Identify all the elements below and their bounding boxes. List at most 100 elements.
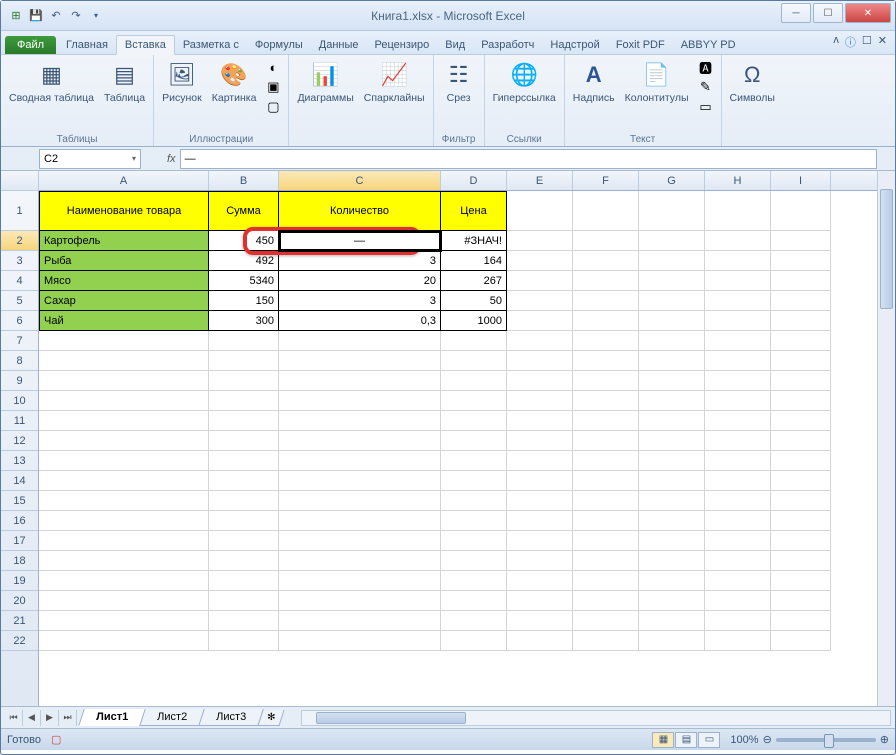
cell[interactable] xyxy=(639,571,705,591)
cell[interactable] xyxy=(573,471,639,491)
cell[interactable] xyxy=(507,231,573,251)
cell[interactable] xyxy=(279,351,441,371)
column-header[interactable]: B xyxy=(209,171,279,190)
cell[interactable]: Чай xyxy=(39,311,209,331)
row-header[interactable]: 8 xyxy=(1,351,38,371)
cell[interactable] xyxy=(39,451,209,471)
cell[interactable] xyxy=(705,411,771,431)
formula-bar[interactable]: — xyxy=(180,149,877,169)
row-header[interactable]: 15 xyxy=(1,491,38,511)
cell[interactable] xyxy=(39,331,209,351)
cell[interactable] xyxy=(209,611,279,631)
row-header[interactable]: 5 xyxy=(1,291,38,311)
cell[interactable] xyxy=(771,371,831,391)
cell[interactable]: Цена xyxy=(441,191,507,231)
row-header[interactable]: 13 xyxy=(1,451,38,471)
cell[interactable] xyxy=(279,371,441,391)
clipart-button[interactable]: 🎨Картинка xyxy=(208,57,261,107)
row-header[interactable]: 19 xyxy=(1,571,38,591)
row-header[interactable]: 11 xyxy=(1,411,38,431)
cell[interactable] xyxy=(705,391,771,411)
cell[interactable] xyxy=(279,591,441,611)
cell[interactable] xyxy=(639,631,705,651)
picture-button[interactable]: 🖼Рисунок xyxy=(158,57,206,107)
zoom-out-button[interactable]: ⊖ xyxy=(763,733,772,746)
cell[interactable] xyxy=(705,611,771,631)
cell[interactable] xyxy=(705,591,771,611)
cell[interactable] xyxy=(639,491,705,511)
cell[interactable] xyxy=(573,511,639,531)
cell[interactable] xyxy=(279,411,441,431)
cell[interactable] xyxy=(507,191,573,231)
cell[interactable] xyxy=(39,551,209,571)
cell[interactable] xyxy=(507,571,573,591)
tab-file[interactable]: Файл xyxy=(5,36,56,54)
zoom-slider[interactable] xyxy=(776,738,876,742)
cell[interactable] xyxy=(573,331,639,351)
cell[interactable] xyxy=(705,631,771,651)
cell[interactable] xyxy=(771,631,831,651)
select-all-corner[interactable] xyxy=(1,171,39,191)
column-header[interactable]: G xyxy=(639,171,705,190)
cell[interactable] xyxy=(209,571,279,591)
cell[interactable] xyxy=(771,271,831,291)
cell[interactable] xyxy=(39,611,209,631)
cell[interactable] xyxy=(507,591,573,611)
cell[interactable] xyxy=(771,611,831,631)
macro-record-icon[interactable]: ▢ xyxy=(51,733,61,746)
cell[interactable] xyxy=(441,531,507,551)
cell[interactable] xyxy=(441,551,507,571)
vertical-scrollbar[interactable] xyxy=(877,171,895,706)
redo-icon[interactable]: ↷ xyxy=(67,7,85,25)
cell[interactable] xyxy=(771,571,831,591)
cell[interactable]: — xyxy=(279,231,441,251)
cell[interactable] xyxy=(639,191,705,231)
cell[interactable]: Наименование товара xyxy=(39,191,209,231)
cell[interactable] xyxy=(507,451,573,471)
minimize-button[interactable]: ─ xyxy=(781,3,811,23)
cell[interactable] xyxy=(209,551,279,571)
cell[interactable] xyxy=(771,411,831,431)
cell[interactable] xyxy=(507,331,573,351)
row-header[interactable]: 10 xyxy=(1,391,38,411)
cell[interactable] xyxy=(639,331,705,351)
cell[interactable] xyxy=(279,331,441,351)
cell[interactable] xyxy=(771,351,831,371)
cell[interactable] xyxy=(209,471,279,491)
cell[interactable] xyxy=(639,431,705,451)
cell[interactable]: Сумма xyxy=(209,191,279,231)
column-header[interactable]: H xyxy=(705,171,771,190)
cell[interactable]: 3 xyxy=(279,251,441,271)
cell[interactable] xyxy=(573,411,639,431)
cell[interactable]: 20 xyxy=(279,271,441,291)
textbox-button[interactable]: AНадпись xyxy=(569,57,619,107)
cell[interactable]: Мясо xyxy=(39,271,209,291)
window-close-inner-icon[interactable]: ✕ xyxy=(878,34,887,50)
sheet-nav-last[interactable]: ⏭ xyxy=(59,710,77,726)
cell[interactable] xyxy=(771,531,831,551)
cell[interactable] xyxy=(507,251,573,271)
column-header[interactable]: F xyxy=(573,171,639,190)
cell[interactable] xyxy=(771,291,831,311)
cell[interactable] xyxy=(705,311,771,331)
cell[interactable] xyxy=(441,631,507,651)
tab-view[interactable]: Вид xyxy=(437,36,473,54)
cell[interactable] xyxy=(573,291,639,311)
cell[interactable]: 5340 xyxy=(209,271,279,291)
cell[interactable] xyxy=(573,231,639,251)
row-header[interactable]: 22 xyxy=(1,631,38,651)
qat-more-icon[interactable]: ▾ xyxy=(87,7,105,25)
cell[interactable] xyxy=(573,631,639,651)
cell[interactable] xyxy=(507,611,573,631)
tab-home[interactable]: Главная xyxy=(58,36,116,54)
cell[interactable] xyxy=(279,491,441,511)
cell[interactable] xyxy=(639,291,705,311)
cell[interactable] xyxy=(441,331,507,351)
cell[interactable] xyxy=(507,371,573,391)
cell[interactable] xyxy=(771,391,831,411)
cell[interactable] xyxy=(507,531,573,551)
cell[interactable] xyxy=(279,531,441,551)
undo-icon[interactable]: ↶ xyxy=(47,7,65,25)
cell[interactable] xyxy=(507,291,573,311)
cell[interactable] xyxy=(209,391,279,411)
